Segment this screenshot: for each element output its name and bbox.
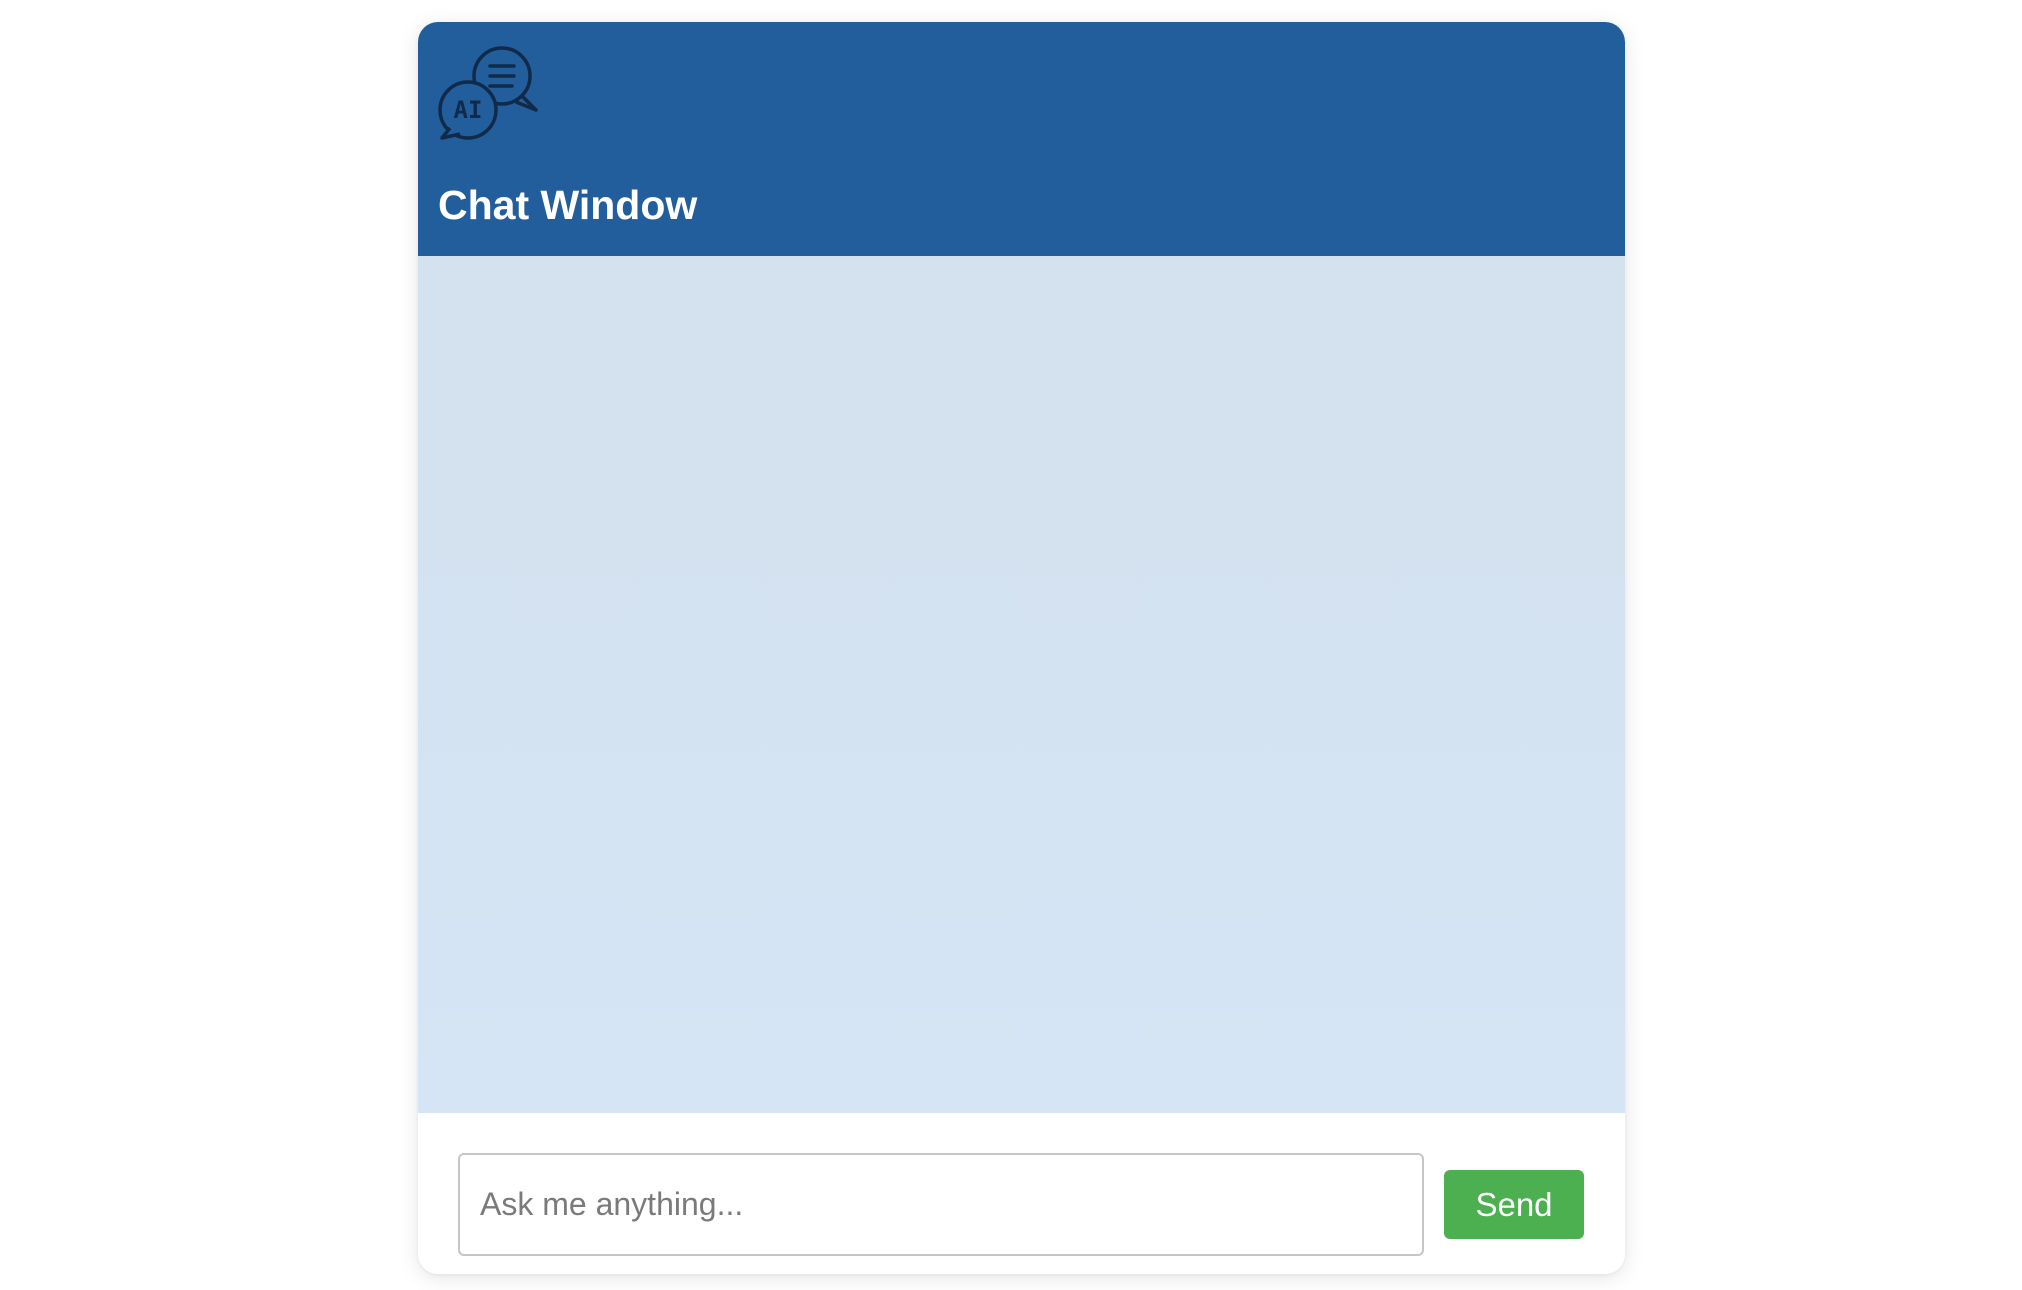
ai-chat-bubbles-icon: AI bbox=[438, 46, 538, 140]
chat-header: AI Chat Window bbox=[418, 22, 1625, 256]
composer-bar: Send bbox=[418, 1113, 1625, 1274]
message-input[interactable] bbox=[458, 1153, 1424, 1256]
logo-text: AI bbox=[454, 96, 483, 124]
chat-title: Chat Window bbox=[438, 182, 698, 228]
send-button[interactable]: Send bbox=[1444, 1170, 1584, 1239]
message-list[interactable] bbox=[418, 256, 1625, 1113]
chat-window: AI Chat Window Send bbox=[418, 22, 1625, 1274]
